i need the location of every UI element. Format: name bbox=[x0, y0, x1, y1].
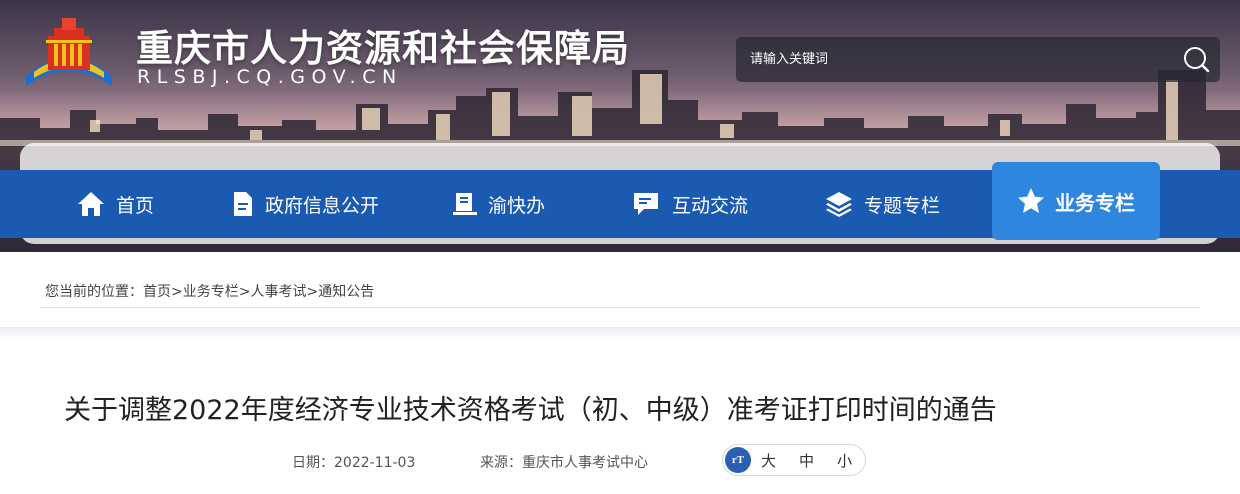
breadcrumb-divider bbox=[40, 307, 1200, 308]
nav-item-label: 渝快办 bbox=[488, 194, 546, 217]
font-size-large-button[interactable]: 大 bbox=[761, 450, 776, 471]
article-source: 来源：重庆市人事考试中心 bbox=[480, 455, 648, 471]
search-icon bbox=[1184, 47, 1210, 73]
chat-icon bbox=[634, 193, 658, 215]
font-size-control: rT 大 中 小 bbox=[722, 444, 866, 476]
nav-item-special-topics[interactable]: 专题专栏 bbox=[824, 170, 940, 238]
layers-icon bbox=[826, 192, 852, 217]
breadcrumb-separator: > bbox=[238, 284, 251, 300]
nav-item-interaction[interactable]: 互动交流 bbox=[632, 170, 748, 238]
section-shadow bbox=[0, 327, 1240, 339]
home-icon bbox=[78, 192, 104, 216]
search-button[interactable] bbox=[1170, 37, 1220, 82]
article-title: 关于调整2022年度经济专业技术资格考试（初、中级）准考证打印时间的通告 bbox=[64, 395, 997, 426]
search-input[interactable] bbox=[736, 37, 1156, 82]
font-size-icon: rT bbox=[725, 447, 751, 473]
nav-item-gov-info[interactable]: 政府信息公开 bbox=[231, 170, 379, 238]
nav-item-label: 专题专栏 bbox=[864, 194, 941, 217]
search-box bbox=[736, 37, 1220, 82]
government-logo-icon bbox=[26, 18, 112, 86]
book-icon bbox=[453, 193, 477, 215]
breadcrumb-prefix: 您当前的位置： bbox=[45, 284, 143, 300]
document-icon bbox=[234, 192, 252, 216]
nav-item-label: 政府信息公开 bbox=[265, 194, 380, 217]
breadcrumb-link[interactable]: 通知公告 bbox=[318, 284, 374, 300]
breadcrumb-link[interactable]: 首页 bbox=[143, 284, 171, 300]
nav-item-home[interactable]: 首页 bbox=[76, 170, 154, 238]
breadcrumb-separator: > bbox=[306, 284, 319, 300]
site-domain: RLSBJ.CQ.GOV.CN bbox=[137, 66, 403, 88]
nav-item-label: 业务专栏 bbox=[1055, 190, 1135, 215]
breadcrumb: 您当前的位置：首页>业务专栏>人事考试>通知公告 bbox=[45, 281, 374, 301]
font-size-medium-button[interactable]: 中 bbox=[799, 450, 814, 471]
article-date: 日期：2022-11-03 bbox=[292, 455, 416, 471]
nav-item-label: 首页 bbox=[116, 194, 155, 217]
star-icon bbox=[1018, 188, 1044, 213]
nav-item-yukuaiban[interactable]: 渝快办 bbox=[452, 170, 545, 238]
breadcrumb-separator: > bbox=[171, 284, 183, 300]
nav-item-business[interactable]: 业务专栏 bbox=[992, 162, 1160, 240]
site-title: 重庆市人力资源和社会保障局 bbox=[136, 27, 630, 70]
breadcrumb-link[interactable]: 业务专栏 bbox=[183, 284, 239, 300]
nav-item-label: 互动交流 bbox=[672, 194, 749, 217]
breadcrumb-link[interactable]: 人事考试 bbox=[250, 284, 306, 300]
font-size-small-button[interactable]: 小 bbox=[837, 450, 852, 471]
